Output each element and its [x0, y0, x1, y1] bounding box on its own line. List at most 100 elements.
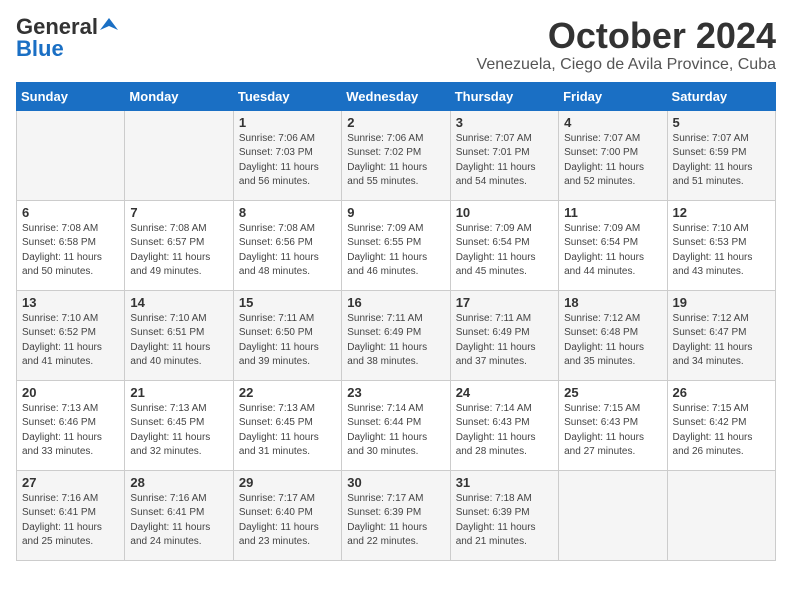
logo-bird-icon	[100, 16, 118, 34]
calendar-cell: 29 Sunrise: 7:17 AMSunset: 6:40 PMDayligh…	[233, 470, 341, 560]
calendar-week-row: 13 Sunrise: 7:10 AMSunset: 6:52 PMDayligh…	[17, 290, 776, 380]
day-number: 24	[456, 385, 553, 400]
cell-info: Sunrise: 7:13 AMSunset: 6:46 PMDaylight:…	[22, 402, 119, 460]
cell-info: Sunrise: 7:16 AMSunset: 6:41 PMDaylight:…	[130, 492, 227, 550]
day-of-week-header: Monday	[125, 82, 233, 110]
calendar-cell: 14 Sunrise: 7:10 AMSunset: 6:51 PMDayligh…	[125, 290, 233, 380]
calendar-header-row: SundayMondayTuesdayWednesdayThursdayFrid…	[17, 82, 776, 110]
calendar-cell: 10 Sunrise: 7:09 AMSunset: 6:54 PMDayligh…	[450, 200, 558, 290]
calendar-cell: 18 Sunrise: 7:12 AMSunset: 6:48 PMDayligh…	[559, 290, 667, 380]
day-number: 26	[673, 385, 770, 400]
cell-info: Sunrise: 7:11 AMSunset: 6:50 PMDaylight:…	[239, 312, 336, 370]
cell-info: Sunrise: 7:11 AMSunset: 6:49 PMDaylight:…	[456, 312, 553, 370]
calendar-cell: 7 Sunrise: 7:08 AMSunset: 6:57 PMDaylight…	[125, 200, 233, 290]
day-of-week-header: Friday	[559, 82, 667, 110]
month-title: October 2024	[477, 16, 776, 56]
calendar-cell: 11Sunrise: 7:09 AMSunset: 6:54 PMDayligh…	[559, 200, 667, 290]
day-of-week-header: Tuesday	[233, 82, 341, 110]
calendar-cell: 8Sunrise: 7:08 AMSunset: 6:56 PMDaylight…	[233, 200, 341, 290]
calendar-cell	[559, 470, 667, 560]
header: General Blue October 2024 Venezuela, Cie…	[16, 16, 776, 74]
calendar-cell: 5Sunrise: 7:07 AMSunset: 6:59 PMDaylight…	[667, 110, 775, 200]
cell-info: Sunrise: 7:09 AMSunset: 6:54 PMDaylight:…	[564, 222, 661, 280]
day-number: 7	[130, 205, 227, 220]
cell-info: Sunrise: 7:12 AMSunset: 6:48 PMDaylight:…	[564, 312, 661, 370]
logo-general-text: General	[16, 16, 98, 38]
day-of-week-header: Wednesday	[342, 82, 450, 110]
cell-info: Sunrise: 7:09 AMSunset: 6:54 PMDaylight:…	[456, 222, 553, 280]
calendar-cell: 9 Sunrise: 7:09 AMSunset: 6:55 PMDaylight…	[342, 200, 450, 290]
calendar-cell: 19Sunrise: 7:12 AMSunset: 6:47 PMDayligh…	[667, 290, 775, 380]
calendar-cell: 6Sunrise: 7:08 AMSunset: 6:58 PMDaylight…	[17, 200, 125, 290]
cell-info: Sunrise: 7:06 AMSunset: 7:02 PMDaylight:…	[347, 132, 444, 190]
day-number: 15	[239, 295, 336, 310]
calendar-week-row: 6Sunrise: 7:08 AMSunset: 6:58 PMDaylight…	[17, 200, 776, 290]
title-area: October 2024 Venezuela, Ciego de Avila P…	[477, 16, 776, 74]
cell-info: Sunrise: 7:13 AMSunset: 6:45 PMDaylight:…	[130, 402, 227, 460]
calendar-cell: 15 Sunrise: 7:11 AMSunset: 6:50 PMDayligh…	[233, 290, 341, 380]
day-number: 3	[456, 115, 553, 130]
calendar-cell: 22Sunrise: 7:13 AMSunset: 6:45 PMDayligh…	[233, 380, 341, 470]
day-number: 5	[673, 115, 770, 130]
calendar-cell: 17Sunrise: 7:11 AMSunset: 6:49 PMDayligh…	[450, 290, 558, 380]
day-of-week-header: Thursday	[450, 82, 558, 110]
calendar-cell: 24Sunrise: 7:14 AMSunset: 6:43 PMDayligh…	[450, 380, 558, 470]
calendar-cell: 12 Sunrise: 7:10 AMSunset: 6:53 PMDayligh…	[667, 200, 775, 290]
cell-info: Sunrise: 7:07 AMSunset: 7:00 PMDaylight:…	[564, 132, 661, 190]
cell-info: Sunrise: 7:08 AMSunset: 6:57 PMDaylight:…	[130, 222, 227, 280]
day-number: 14	[130, 295, 227, 310]
calendar-cell: 4 Sunrise: 7:07 AMSunset: 7:00 PMDaylight…	[559, 110, 667, 200]
calendar-cell: 13 Sunrise: 7:10 AMSunset: 6:52 PMDayligh…	[17, 290, 125, 380]
cell-info: Sunrise: 7:10 AMSunset: 6:53 PMDaylight:…	[673, 222, 770, 280]
calendar-cell: 26 Sunrise: 7:15 AMSunset: 6:42 PMDayligh…	[667, 380, 775, 470]
day-number: 12	[673, 205, 770, 220]
day-of-week-header: Sunday	[17, 82, 125, 110]
day-number: 10	[456, 205, 553, 220]
day-of-week-header: Saturday	[667, 82, 775, 110]
day-number: 18	[564, 295, 661, 310]
cell-info: Sunrise: 7:16 AMSunset: 6:41 PMDaylight:…	[22, 492, 119, 550]
calendar-cell: 21 Sunrise: 7:13 AMSunset: 6:45 PMDayligh…	[125, 380, 233, 470]
day-number: 25	[564, 385, 661, 400]
cell-info: Sunrise: 7:09 AMSunset: 6:55 PMDaylight:…	[347, 222, 444, 280]
day-number: 27	[22, 475, 119, 490]
day-number: 21	[130, 385, 227, 400]
calendar-week-row: 27 Sunrise: 7:16 AMSunset: 6:41 PMDayligh…	[17, 470, 776, 560]
day-number: 13	[22, 295, 119, 310]
calendar-cell: 20 Sunrise: 7:13 AMSunset: 6:46 PMDayligh…	[17, 380, 125, 470]
calendar-cell: 25Sunrise: 7:15 AMSunset: 6:43 PMDayligh…	[559, 380, 667, 470]
day-number: 28	[130, 475, 227, 490]
cell-info: Sunrise: 7:07 AMSunset: 7:01 PMDaylight:…	[456, 132, 553, 190]
calendar-week-row: 20 Sunrise: 7:13 AMSunset: 6:46 PMDayligh…	[17, 380, 776, 470]
day-number: 9	[347, 205, 444, 220]
day-number: 22	[239, 385, 336, 400]
day-number: 19	[673, 295, 770, 310]
calendar-table: SundayMondayTuesdayWednesdayThursdayFrid…	[16, 82, 776, 561]
calendar-week-row: 1Sunrise: 7:06 AMSunset: 7:03 PMDaylight…	[17, 110, 776, 200]
calendar-cell: 1Sunrise: 7:06 AMSunset: 7:03 PMDaylight…	[233, 110, 341, 200]
cell-info: Sunrise: 7:17 AMSunset: 6:40 PMDaylight:…	[239, 492, 336, 550]
logo: General Blue	[16, 16, 118, 60]
cell-info: Sunrise: 7:11 AMSunset: 6:49 PMDaylight:…	[347, 312, 444, 370]
day-number: 31	[456, 475, 553, 490]
day-number: 4	[564, 115, 661, 130]
day-number: 6	[22, 205, 119, 220]
cell-info: Sunrise: 7:10 AMSunset: 6:51 PMDaylight:…	[130, 312, 227, 370]
calendar-cell: 3 Sunrise: 7:07 AMSunset: 7:01 PMDaylight…	[450, 110, 558, 200]
calendar-cell	[125, 110, 233, 200]
day-number: 16	[347, 295, 444, 310]
cell-info: Sunrise: 7:10 AMSunset: 6:52 PMDaylight:…	[22, 312, 119, 370]
day-number: 29	[239, 475, 336, 490]
location-title: Venezuela, Ciego de Avila Province, Cuba	[477, 56, 776, 74]
cell-info: Sunrise: 7:08 AMSunset: 6:56 PMDaylight:…	[239, 222, 336, 280]
calendar-cell	[17, 110, 125, 200]
day-number: 20	[22, 385, 119, 400]
calendar-cell: 30Sunrise: 7:17 AMSunset: 6:39 PMDayligh…	[342, 470, 450, 560]
cell-info: Sunrise: 7:15 AMSunset: 6:42 PMDaylight:…	[673, 402, 770, 460]
calendar-cell: 16 Sunrise: 7:11 AMSunset: 6:49 PMDayligh…	[342, 290, 450, 380]
cell-info: Sunrise: 7:17 AMSunset: 6:39 PMDaylight:…	[347, 492, 444, 550]
day-number: 2	[347, 115, 444, 130]
calendar-cell	[667, 470, 775, 560]
calendar-cell: 31Sunrise: 7:18 AMSunset: 6:39 PMDayligh…	[450, 470, 558, 560]
calendar-cell: 23Sunrise: 7:14 AMSunset: 6:44 PMDayligh…	[342, 380, 450, 470]
